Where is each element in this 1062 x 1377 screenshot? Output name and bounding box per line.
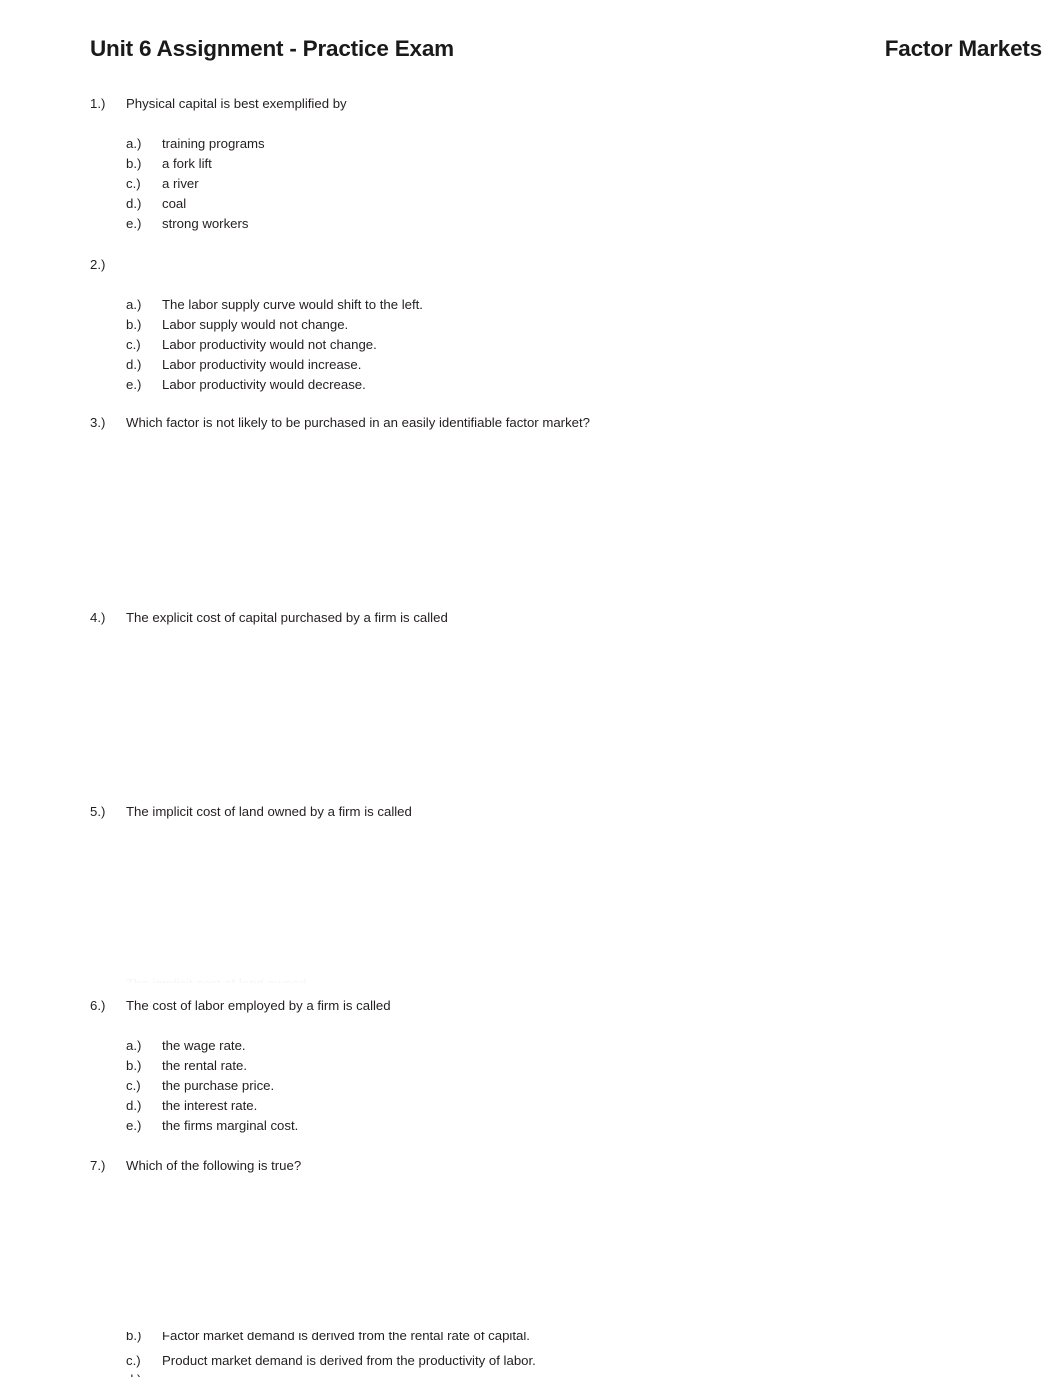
option-text: Product market demand is derived from th…: [162, 1353, 536, 1368]
question-5-text: The implicit cost of land owned by a fir…: [126, 804, 412, 819]
option-letter: a.): [126, 297, 142, 312]
option-text: Labor productivity would decrease.: [162, 377, 366, 392]
question-5: 5.) The implicit cost of land owned by a…: [90, 802, 1042, 995]
question-7-number: 7.): [90, 1158, 106, 1173]
option-letter: b.): [126, 1332, 142, 1343]
question-5-number: 5.): [90, 804, 106, 819]
option-text: Labor productivity would increase.: [162, 357, 362, 372]
question-2-stem: 2.): [90, 255, 1042, 275]
question-6-option-d[interactable]: d.) the interest rate.: [126, 1096, 1042, 1116]
option-letter: a.): [126, 136, 142, 151]
question-1-option-b[interactable]: b.) a fork lift: [126, 154, 1042, 174]
option-text: the wage rate.: [162, 1038, 246, 1053]
question-2: 2.) a.) The labor supply curve would shi…: [90, 255, 1042, 395]
option-text: strong workers: [162, 216, 249, 231]
question-4-number: 4.): [90, 610, 106, 625]
question-4-answer-area: [90, 628, 1042, 802]
page-title: Unit 6 Assignment - Practice Exam: [90, 36, 454, 61]
option-text: Labor productivity would not change.: [162, 337, 377, 352]
question-2-option-d[interactable]: d.) Labor productivity would increase.: [126, 355, 1042, 375]
question-6-stem: 6.) The cost of labor employed by a firm…: [90, 996, 1042, 1016]
question-2-option-e[interactable]: e.) Labor productivity would decrease.: [126, 375, 1042, 395]
option-text: The labor supply curve would shift to th…: [162, 297, 423, 312]
option-text: training programs: [162, 136, 265, 151]
option-text: the rental rate.: [162, 1058, 248, 1073]
question-3-stem: 3.) Which factor is not likely to be pur…: [90, 413, 1042, 433]
question-5-answer-area: [90, 822, 1042, 995]
question-6: 6.) The cost of labor employed by a firm…: [90, 996, 1042, 1136]
question-7: 7.) Which of the following is true?: [90, 1156, 1042, 1176]
question-2-number: 2.): [90, 257, 106, 272]
question-6-option-e[interactable]: e.) the firms marginal cost.: [126, 1116, 1042, 1136]
option-letter: b.): [126, 317, 142, 332]
question-1-option-a[interactable]: a.) training programs: [126, 134, 1042, 154]
question-1-number: 1.): [90, 96, 106, 111]
option-letter: c.): [126, 337, 141, 352]
question-6-option-a[interactable]: a.) the wage rate.: [126, 1036, 1042, 1056]
question-2-option-a[interactable]: a.) The labor supply curve would shift t…: [126, 295, 1042, 315]
document-page: Unit 6 Assignment - Practice Exam Factor…: [0, 0, 1062, 1377]
document-header: Unit 6 Assignment - Practice Exam Factor…: [90, 36, 1042, 68]
question-1-options: a.) training programs b.) a fork lift c.…: [126, 134, 1042, 234]
question-3-answer-area: [90, 433, 1042, 608]
option-letter: d.): [126, 1372, 162, 1377]
question-6-option-c[interactable]: c.) the purchase price.: [126, 1076, 1042, 1096]
option-letter: e.): [126, 216, 142, 231]
question-1-option-c[interactable]: c.) a river: [126, 174, 1042, 194]
question-7-text: Which of the following is true?: [126, 1158, 302, 1173]
clipped-text-artifact: The implicit cost of land owned: [126, 974, 316, 983]
question-7-option-b-row: b.) Factor market demand is derived from…: [126, 1332, 1042, 1346]
option-letter: c.): [126, 1078, 141, 1093]
question-2-options: a.) The labor supply curve would shift t…: [126, 295, 1042, 395]
option-text: the interest rate.: [162, 1098, 258, 1113]
question-6-number: 6.): [90, 998, 106, 1013]
question-7-option-b[interactable]: b.) Factor market demand is derived from…: [126, 1332, 1042, 1346]
question-4: 4.) The explicit cost of capital purchas…: [90, 608, 1042, 802]
question-5-stem: 5.) The implicit cost of land owned by a…: [90, 802, 1042, 822]
option-letter: b.): [126, 1058, 142, 1073]
option-letter: e.): [126, 377, 142, 392]
question-6-option-b[interactable]: b.) the rental rate.: [126, 1056, 1042, 1076]
option-text: Factor market demand is derived from the…: [162, 1332, 530, 1343]
option-text: the purchase price.: [162, 1078, 275, 1093]
option-text: Labor supply would not change.: [162, 317, 349, 332]
question-1-text: Physical capital is best exemplified by: [126, 96, 347, 111]
question-6-options: a.) the wage rate. b.) the rental rate. …: [126, 1036, 1042, 1136]
option-letter: d.): [126, 1098, 142, 1113]
question-3-number: 3.): [90, 415, 106, 430]
option-text: a fork lift: [162, 156, 212, 171]
question-1: 1.) Physical capital is best exemplified…: [90, 94, 1042, 234]
option-letter: e.): [126, 1118, 142, 1133]
option-letter: c.): [126, 1353, 141, 1368]
option-text: coal: [162, 196, 187, 211]
option-letter: d.): [126, 357, 142, 372]
question-4-text: The explicit cost of capital purchased b…: [126, 610, 448, 625]
option-text: a river: [162, 176, 199, 191]
option-letter: d.): [126, 196, 142, 211]
question-7-option-c-row: c.) Product market demand is derived fro…: [126, 1352, 1042, 1370]
document-subject: Factor Markets: [884, 36, 1042, 61]
option-text: the firms marginal cost.: [162, 1118, 299, 1133]
question-3-text: Which factor is not likely to be purchas…: [126, 415, 590, 430]
question-6-text: The cost of labor employed by a firm is …: [126, 998, 391, 1013]
option-letter: b.): [126, 156, 142, 171]
question-7-option-c[interactable]: c.) Product market demand is derived fro…: [126, 1352, 1042, 1370]
question-7-stem: 7.) Which of the following is true?: [90, 1156, 1042, 1176]
question-7-option-d[interactable]: d.): [126, 1372, 1042, 1377]
question-1-stem: 1.) Physical capital is best exemplified…: [90, 94, 1042, 114]
question-3: 3.) Which factor is not likely to be pur…: [90, 413, 1042, 608]
question-4-stem: 4.) The explicit cost of capital purchas…: [90, 608, 1042, 628]
question-1-option-d[interactable]: d.) coal: [126, 194, 1042, 214]
question-1-option-e[interactable]: e.) strong workers: [126, 214, 1042, 234]
question-2-option-c[interactable]: c.) Labor productivity would not change.: [126, 335, 1042, 355]
question-7-option-d-row: d.): [126, 1372, 1042, 1377]
option-letter: c.): [126, 176, 141, 191]
option-letter: a.): [126, 1038, 142, 1053]
question-2-option-b[interactable]: b.) Labor supply would not change.: [126, 315, 1042, 335]
